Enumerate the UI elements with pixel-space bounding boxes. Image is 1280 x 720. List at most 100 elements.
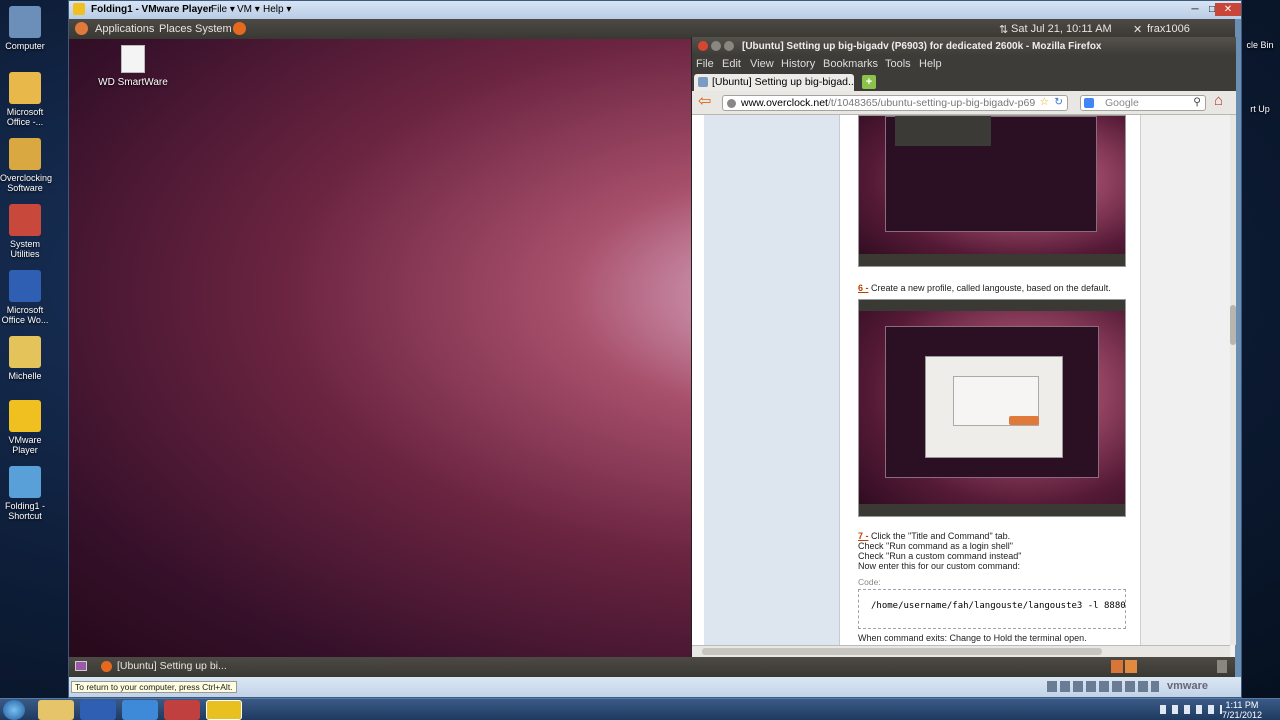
new-tab-icon[interactable]: + xyxy=(862,75,876,89)
home-icon[interactable]: ⌂ xyxy=(1214,93,1223,109)
panel-clock[interactable]: Sat Jul 21, 10:11 AM xyxy=(1011,23,1112,35)
step-text: Check "Run a custom command instead" xyxy=(858,551,1022,561)
desktop-icon-system-utilities[interactable]: System Utilities xyxy=(0,204,50,259)
url-host: www.overclock.net xyxy=(741,97,828,109)
panel-username[interactable]: frax1006 xyxy=(1147,23,1190,35)
url-bar[interactable]: www.overclock.net/t/1048365/ubuntu-setti… xyxy=(722,95,1068,111)
panel-menu-applications[interactable]: Applications xyxy=(95,23,154,35)
search-icon[interactable]: ⚲ xyxy=(1193,96,1201,108)
taskbar-button-label: [Ubuntu] Setting up bi... xyxy=(117,660,227,672)
site-identity-icon[interactable] xyxy=(727,99,736,108)
shortcut-icon xyxy=(9,466,41,498)
firefox-launcher-icon[interactable] xyxy=(233,22,246,35)
ie-taskbar-icon[interactable] xyxy=(122,700,158,720)
step-note: When command exits: Change to Hold the t… xyxy=(858,633,1087,643)
desktop-icon-label: cle Bin xyxy=(1246,40,1274,50)
system-tray-icons[interactable] xyxy=(1160,705,1222,714)
guest-desktop-icon-wd[interactable]: WD SmartWare xyxy=(93,45,173,88)
page-right-column xyxy=(1140,115,1230,645)
google-engine-icon[interactable] xyxy=(1084,98,1094,108)
code-label: Code: xyxy=(858,577,881,587)
maximize-icon[interactable] xyxy=(724,41,734,51)
trash-icon[interactable] xyxy=(1217,660,1227,673)
scrollbar-thumb[interactable] xyxy=(1230,305,1236,345)
ubuntu-top-panel: Applications Places System ⇅ Sat Jul 21,… xyxy=(69,19,1235,39)
desktop-icon-startup[interactable]: rt Up xyxy=(1240,104,1280,114)
taskbar-clock[interactable]: 1:11 PM 7/21/2012 xyxy=(1222,700,1262,720)
menu-help[interactable]: Help xyxy=(919,58,942,70)
horizontal-scrollbar[interactable] xyxy=(692,645,1230,657)
step-6: 6 - Create a new profile, called langous… xyxy=(858,283,1111,293)
firefox-window: [Ubuntu] Setting up big-bigadv (P6903) f… xyxy=(691,37,1236,657)
step-text: Check "Run command as a login shell" xyxy=(858,541,1013,551)
url-path: /t/1048365/ubuntu-setting-up-big-bigadv-… xyxy=(827,97,1036,109)
screenshot-panel xyxy=(859,254,1125,266)
panel-menu-system[interactable]: System xyxy=(195,23,232,35)
menu-view[interactable]: View xyxy=(750,58,774,70)
tab-active[interactable]: [Ubuntu] Setting up big-bigad... xyxy=(694,74,854,91)
menu-tools[interactable]: Tools xyxy=(885,58,911,70)
step-number: 7 - xyxy=(858,531,869,541)
vm-menu-file[interactable]: File ▾ xyxy=(211,4,235,15)
firefox-icon xyxy=(101,661,112,672)
device-status-icons[interactable] xyxy=(1047,681,1159,692)
folder-icon xyxy=(9,204,41,236)
explorer-taskbar-icon[interactable] xyxy=(38,700,74,720)
desktop-icon-computer[interactable]: Computer xyxy=(0,6,50,51)
ubuntu-desktop: Applications Places System ⇅ Sat Jul 21,… xyxy=(69,19,1236,677)
word-taskbar-icon[interactable] xyxy=(80,700,116,720)
workspace-switcher-icon[interactable] xyxy=(1111,660,1123,673)
network-icon[interactable]: ⇅ xyxy=(999,23,1008,36)
desktop-icon-michelle[interactable]: Michelle xyxy=(0,336,50,381)
desktop-icon-label: Microsoft Office -... xyxy=(6,107,44,127)
computer-icon xyxy=(9,6,41,38)
desktop-icon-label: rt Up xyxy=(1250,104,1270,114)
close-icon[interactable] xyxy=(698,41,708,51)
scrollbar-thumb[interactable] xyxy=(702,648,1102,655)
workspace-switcher-icon[interactable] xyxy=(1125,660,1137,673)
desktop-icon-label: Microsoft Office Wo... xyxy=(1,305,49,325)
desktop-icon-overclocking[interactable]: Overclocking Software xyxy=(0,138,52,193)
firefox-tabstrip: [Ubuntu] Setting up big-bigad... + xyxy=(692,73,1236,91)
tutorial-screenshot-1[interactable] xyxy=(858,115,1126,267)
menu-edit[interactable]: Edit xyxy=(722,58,741,70)
vm-menu-help[interactable]: Help ▾ xyxy=(263,4,291,15)
desktop-icon-word[interactable]: Microsoft Office Wo... xyxy=(0,270,50,325)
app-taskbar-icon[interactable] xyxy=(164,700,200,720)
step-text: Click the "Title and Command" tab. xyxy=(871,531,1011,541)
minimize-icon[interactable] xyxy=(711,41,721,51)
tab-label: [Ubuntu] Setting up big-bigad... xyxy=(712,76,854,88)
folder-icon xyxy=(9,72,41,104)
vmware-titlebar[interactable]: Folding1 - VMware Player File ▾ VM ▾ Hel… xyxy=(69,1,1241,19)
menu-file[interactable]: File xyxy=(696,58,714,70)
folder-icon xyxy=(9,336,41,368)
vmware-taskbar-icon[interactable] xyxy=(206,700,242,720)
return-hint: To return to your computer, press Ctrl+A… xyxy=(71,681,237,693)
minimize-icon[interactable]: ─ xyxy=(1187,3,1203,16)
menu-history[interactable]: History xyxy=(781,58,815,70)
close-icon[interactable]: ✕ xyxy=(1215,3,1241,16)
show-desktop-icon[interactable] xyxy=(75,661,87,671)
taskbar-firefox-button[interactable]: [Ubuntu] Setting up bi... xyxy=(97,658,237,675)
desktop-icon-office[interactable]: Microsoft Office -... xyxy=(0,72,50,127)
firefox-titlebar[interactable]: [Ubuntu] Setting up big-bigadv (P6903) f… xyxy=(692,37,1236,56)
desktop-icon-vmware[interactable]: VMware Player xyxy=(0,400,50,455)
bookmark-star-icon[interactable]: ☆ xyxy=(1037,96,1049,108)
menu-bookmarks[interactable]: Bookmarks xyxy=(823,58,878,70)
desktop-icon-folding[interactable]: Folding1 - Shortcut xyxy=(0,466,50,521)
vm-menu-vm[interactable]: VM ▾ xyxy=(237,4,260,15)
search-placeholder: Google xyxy=(1105,97,1139,109)
panel-menu-places[interactable]: Places xyxy=(159,23,192,35)
firefox-navbar: ⇦ www.overclock.net/t/1048365/ubuntu-set… xyxy=(692,91,1236,115)
vertical-scrollbar[interactable] xyxy=(1230,115,1236,645)
code-block[interactable]: /home/username/fah/langouste/langouste3 … xyxy=(858,589,1126,629)
vmware-icon xyxy=(9,400,41,432)
reload-icon[interactable]: ↻ xyxy=(1054,96,1063,108)
desktop-icon-recycle-bin[interactable]: cle Bin xyxy=(1240,40,1280,50)
tutorial-screenshot-2[interactable] xyxy=(858,299,1126,517)
clock-time: 1:11 PM xyxy=(1225,700,1259,710)
start-button-icon[interactable] xyxy=(3,700,25,720)
back-arrow-icon[interactable]: ⇦ xyxy=(698,94,711,110)
search-input[interactable]: Google ⚲ xyxy=(1080,95,1206,111)
firefox-title: [Ubuntu] Setting up big-bigadv (P6903) f… xyxy=(742,41,1102,52)
